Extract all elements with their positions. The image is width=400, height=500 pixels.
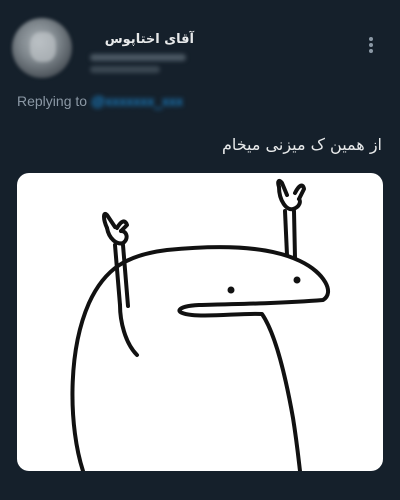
replying-to-mention[interactable]: @xxxxxxx_xxx (91, 93, 183, 109)
right-eye (293, 276, 301, 284)
author-avatar[interactable] (12, 18, 72, 78)
author-handle-redacted (90, 54, 186, 61)
tweet-card: آقای اختاپوس Replying to @xxxxxxx_xxx از … (0, 0, 400, 500)
tweet-media-image[interactable] (17, 173, 383, 471)
replying-to-line: Replying to @xxxxxxx_xxx (17, 93, 183, 109)
author-meta-redacted (90, 66, 160, 73)
author-display-name[interactable]: آقای اختاپوس (84, 32, 194, 47)
rock-on-blob-meme-icon (70, 178, 330, 471)
tweet-text: از همین ک میزنی میخام (221, 135, 382, 154)
replying-to-label: Replying to (17, 93, 88, 109)
more-options-icon[interactable] (364, 34, 378, 56)
left-eye (227, 286, 235, 294)
